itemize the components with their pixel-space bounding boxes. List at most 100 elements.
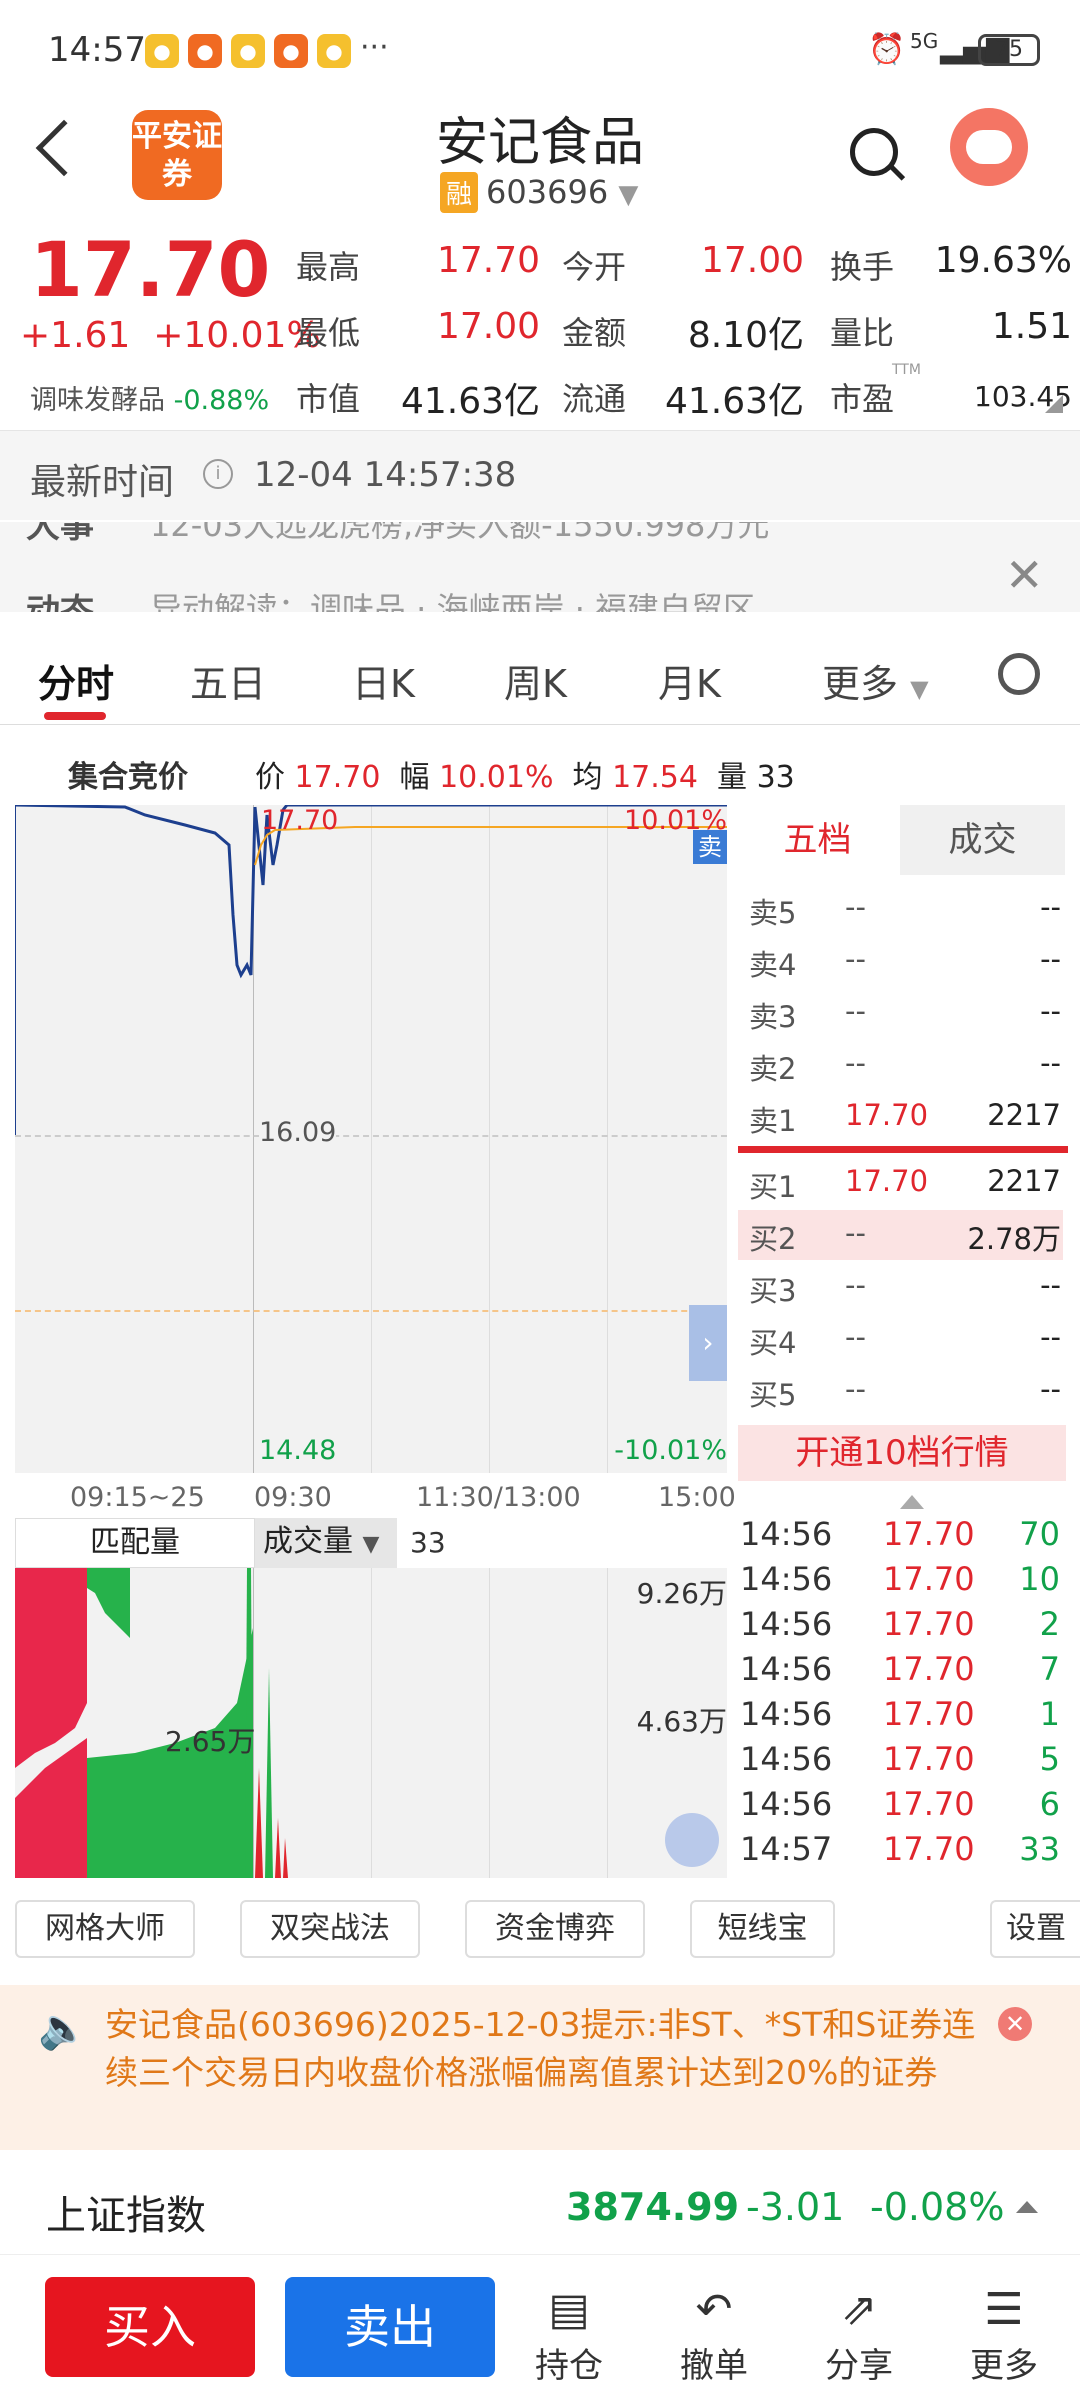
level-label: 买2: [749, 1222, 797, 1256]
tab-five-day[interactable]: 五日: [190, 653, 266, 708]
level-volume: --: [1040, 942, 1061, 976]
trade-row: 14:56 17.70 70: [738, 1515, 1068, 1560]
status-bar: 14:57 ● ● ● ● ● ··· ⏰ 5G ▂▄▆ 75: [0, 0, 1080, 100]
fullscreen-icon[interactable]: [665, 1813, 719, 1867]
trade-volume: 10: [1019, 1560, 1060, 1598]
orderbook-level[interactable]: 买4 -- --: [735, 1312, 1065, 1364]
trade-time: 14:56: [740, 1560, 833, 1598]
quote-field-value: 17.00: [700, 240, 804, 281]
orderbook-level[interactable]: 卖2 -- --: [735, 1038, 1065, 1090]
info-icon[interactable]: i: [203, 459, 233, 489]
tab-match-volume[interactable]: 匹配量: [15, 1518, 255, 1568]
buy-button[interactable]: 买入: [45, 2277, 255, 2377]
intraday-chart[interactable]: 17.70 10.01% 卖 16.09 14.48 -10.01% ›: [15, 805, 727, 1473]
sell-marker: 卖: [693, 830, 727, 864]
level-label: 买3: [749, 1274, 797, 1308]
latest-time-label: 最新时间: [30, 462, 175, 503]
holdings-button[interactable]: ▤ 持仓: [529, 2282, 609, 2387]
x-label-auction: 09:15~25: [70, 1482, 205, 1513]
match-volume-label: 2.65万: [165, 1725, 256, 1758]
expand-orderbook-icon[interactable]: ›: [689, 1305, 727, 1381]
quote-field-label: 市盈: [830, 380, 895, 418]
latest-time-bar: 最新时间 i 12-04 14:57:38: [0, 430, 1080, 520]
trade-price: 17.70: [883, 1605, 975, 1643]
trade-volume: 1: [1039, 1695, 1060, 1733]
more-button[interactable]: ☰ 更多: [964, 2282, 1044, 2387]
orderbook-level[interactable]: 买3 -- --: [735, 1260, 1065, 1312]
bid-levels: 买1 17.70 2217 买2 -- 2.78万买3 -- -- 买4 -- -- 买5 -- --: [735, 1156, 1065, 1426]
tool-fund-game[interactable]: 资金博弈: [465, 1900, 645, 1958]
orderbook-level[interactable]: 卖1 17.70 2217: [735, 1090, 1065, 1142]
trade-time: 14:56: [740, 1740, 833, 1778]
tab-monthly-k[interactable]: 月K: [658, 653, 721, 708]
index-name: 上证指数: [46, 2193, 206, 2239]
chart-tabs: 分时 五日 日K 周K 月K 更多 ▼: [0, 625, 1080, 725]
tool-settings[interactable]: 设置: [990, 1900, 1080, 1958]
upgrade-10-level-button[interactable]: 开通10档行情: [738, 1425, 1066, 1481]
risk-notice[interactable]: 🔈 安记食品(603696)2025-12-03提示:非ST、*ST和S证券连续…: [0, 1985, 1080, 2150]
expand-corner-icon[interactable]: [1045, 395, 1063, 413]
battery-icon: 75: [978, 34, 1040, 66]
trade-row: 14:56 17.70 10: [738, 1560, 1068, 1605]
orderbook-level[interactable]: 卖5 -- --: [735, 882, 1065, 934]
orderbook-level[interactable]: 买2 -- 2.78万: [735, 1208, 1065, 1260]
level-volume: --: [1040, 1372, 1061, 1406]
notice-text: 安记食品(603696)2025-12-03提示:非ST、*ST和S证券连续三个…: [105, 2005, 976, 2092]
tool-grid-master[interactable]: 网格大师: [15, 1900, 195, 1958]
quote-field-label: 市值: [296, 380, 361, 418]
tab-more[interactable]: 更多 ▼: [822, 653, 929, 708]
chevron-up-icon: [1016, 2201, 1038, 2213]
trade-price: 17.70: [883, 1785, 975, 1823]
orderbook-level[interactable]: 卖4 -- --: [735, 934, 1065, 986]
notification-icon: ●: [274, 34, 308, 68]
volume-type-selector[interactable]: 成交量 ▼: [255, 1518, 397, 1568]
gear-icon[interactable]: [998, 653, 1040, 695]
tab-intraday[interactable]: 分时: [38, 653, 114, 708]
level-volume: 2217: [987, 1098, 1061, 1132]
more-list-icon: ☰: [984, 2284, 1024, 2335]
cancel-order-button[interactable]: ↶ 撤单: [674, 2282, 754, 2387]
tab-trades[interactable]: 成交: [900, 805, 1065, 875]
speaker-icon: 🔈: [38, 2006, 88, 2052]
level-price: --: [845, 1046, 866, 1080]
auction-label: 集合竞价: [68, 760, 188, 795]
notification-icon: ●: [317, 34, 351, 68]
index-bar[interactable]: 上证指数 3874.99 -3.01 -0.08%: [0, 2155, 1080, 2255]
tool-double-breakout[interactable]: 双突战法: [240, 1900, 420, 1958]
share-button[interactable]: ⇗ 分享: [819, 2282, 899, 2387]
sell-button[interactable]: 卖出: [285, 2277, 495, 2377]
holdings-icon: ▤: [548, 2284, 590, 2335]
trade-price: 17.70: [883, 1695, 975, 1733]
tab-daily-k[interactable]: 日K: [352, 653, 415, 708]
notification-icon: ●: [188, 34, 222, 68]
news-ticker[interactable]: 大事 12-03大远龙虎榜,净买入额-1550.998万元 动态 异动解读：调味…: [0, 522, 1080, 612]
chart-top-price: 17.70: [261, 805, 339, 836]
orderbook-level[interactable]: 买5 -- --: [735, 1364, 1065, 1416]
close-notice-icon[interactable]: ✕: [998, 2007, 1032, 2041]
notification-icon: ●: [231, 34, 265, 68]
spread-divider: [738, 1146, 1068, 1153]
stock-code-selector[interactable]: 融 603696 ▼: [440, 172, 638, 213]
volume-chart[interactable]: 9.26万 4.63万 2.65万: [15, 1568, 727, 1878]
quote-field-label: 最低: [296, 314, 361, 352]
tab-weekly-k[interactable]: 周K: [504, 653, 567, 708]
trade-row: 14:56 17.70 5: [738, 1740, 1068, 1785]
orderbook-level[interactable]: 买1 17.70 2217: [735, 1156, 1065, 1208]
tab-five-level[interactable]: 五档: [735, 805, 900, 875]
orderbook-tabs: 五档 成交: [735, 805, 1065, 875]
quote-field-label: 流通: [562, 380, 627, 418]
x-label-close: 15:00: [658, 1482, 736, 1513]
level-volume: --: [1040, 1268, 1061, 1302]
tool-short-term[interactable]: 短线宝: [690, 1900, 835, 1958]
stock-title: 安记食品: [435, 113, 644, 173]
active-tab-indicator: [44, 712, 106, 720]
share-icon: ⇗: [840, 2284, 878, 2335]
level-label: 卖5: [749, 896, 797, 930]
collapse-up-icon[interactable]: [900, 1495, 924, 1509]
sector-change[interactable]: 调味发酵品 -0.88%: [30, 378, 269, 417]
close-icon[interactable]: ✕: [1005, 548, 1044, 602]
trade-row: 14:57 17.70 33: [738, 1830, 1068, 1875]
orderbook-level[interactable]: 卖3 -- --: [735, 986, 1065, 1038]
level-label: 卖3: [749, 1000, 797, 1034]
assistant-avatar[interactable]: [950, 108, 1028, 186]
